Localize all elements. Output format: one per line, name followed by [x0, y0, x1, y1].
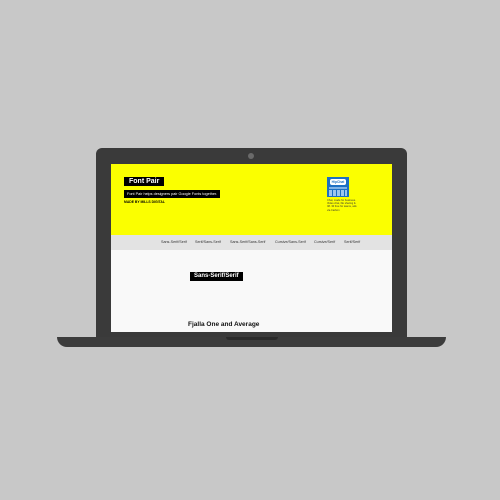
- ad-text[interactable]: Chat, made for business. Video chat, fil…: [327, 199, 357, 212]
- nav-item-serif-serif[interactable]: Serif/Serif: [344, 240, 360, 244]
- laptop-lid: Font Pair Font Pair helps designers pair…: [96, 148, 407, 338]
- site-tagline: Font Pair helps designers pair Google Fo…: [124, 190, 221, 198]
- laptop-base: [57, 337, 446, 347]
- nav-item-cursive-sans-serif[interactable]: Cursive/Sans-Serif: [275, 240, 306, 244]
- nav-item-sans-serif-sans-serif[interactable]: Sans-Serif/Sans-Serif: [230, 240, 265, 244]
- camera-icon: [248, 153, 254, 159]
- laptop-screen: Font Pair Font Pair helps designers pair…: [111, 164, 392, 332]
- section-label: Sans-Serif/Serif: [190, 272, 243, 281]
- nav-item-sans-serif-serif[interactable]: Sans-Serif/Serif: [161, 240, 187, 244]
- laptop-base-notch: [226, 337, 278, 340]
- ad-image[interactable]: HipChat: [327, 177, 349, 197]
- font-pair-title[interactable]: Fjalla One and Average: [188, 321, 259, 328]
- hero-banner: Font Pair Font Pair helps designers pair…: [111, 164, 392, 235]
- ad-graphic-bar: [329, 187, 347, 189]
- category-nav: Sans-Serif/Serif Serif/Sans-Serif Sans-S…: [111, 235, 392, 250]
- site-credit-link[interactable]: MADE BY MILLS DIGITAL: [124, 200, 165, 204]
- ad-graphic-grid: [329, 190, 347, 196]
- site-logo[interactable]: Font Pair: [124, 177, 165, 186]
- ad-logo: HipChat: [330, 179, 346, 185]
- nav-item-cursive-serif[interactable]: Cursive/Serif: [314, 240, 335, 244]
- nav-item-serif-sans-serif[interactable]: Serif/Sans-Serif: [195, 240, 221, 244]
